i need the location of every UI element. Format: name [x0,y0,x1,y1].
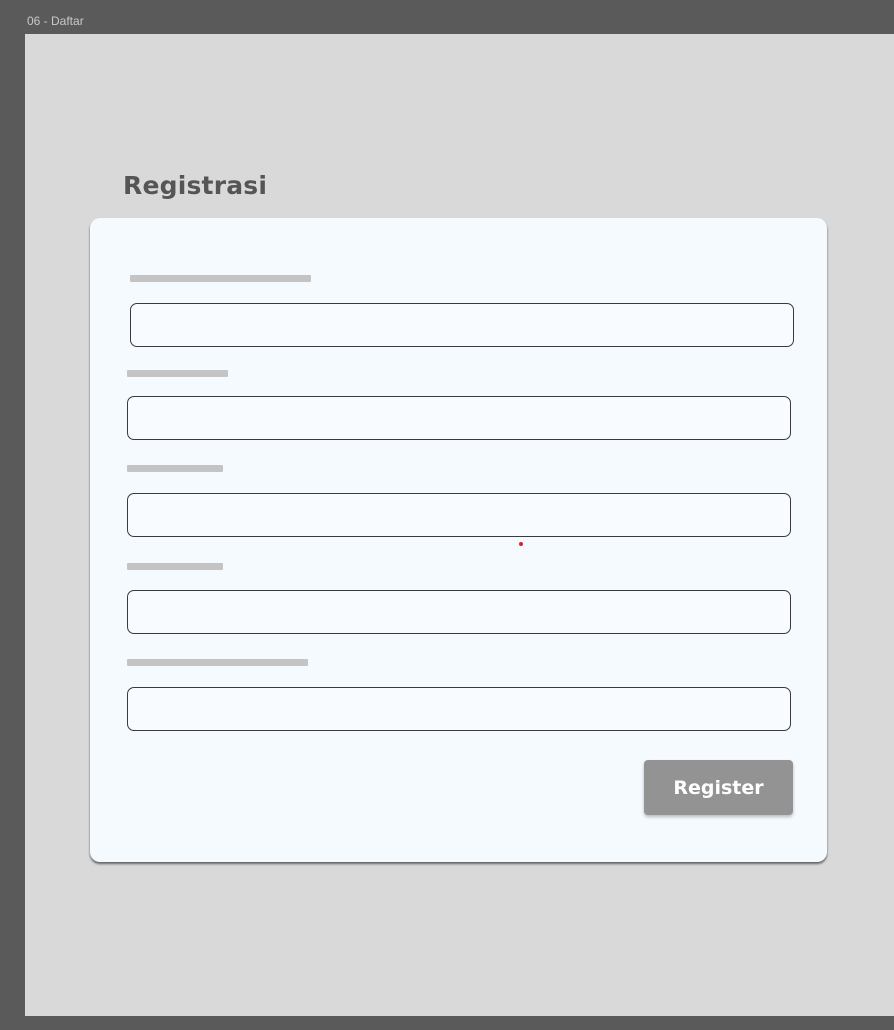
field-label-placeholder-3 [127,465,223,472]
cursor-marker [519,542,523,546]
field-label-placeholder-4 [127,563,223,570]
field-label-placeholder-1 [130,275,311,282]
register-button[interactable]: Register [644,760,793,815]
registration-input-3[interactable] [127,493,791,537]
field-label-placeholder-2 [127,370,228,377]
page-title: Registrasi [123,171,268,200]
registration-input-4[interactable] [127,590,791,634]
registration-input-1[interactable] [130,303,794,347]
registration-input-5[interactable] [127,687,791,731]
field-label-placeholder-5 [127,659,308,666]
frame-label: 06 - Daftar [27,14,84,28]
registration-input-2[interactable] [127,396,791,440]
